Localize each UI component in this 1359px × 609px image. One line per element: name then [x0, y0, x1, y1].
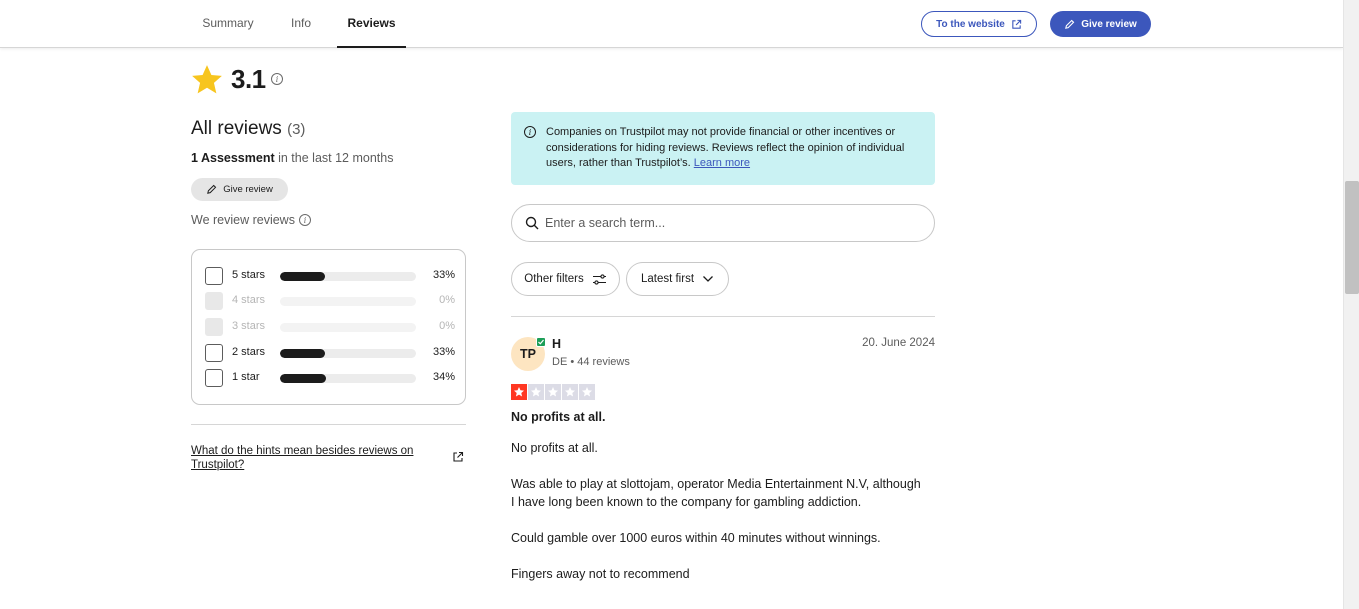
scrollbar-thumb[interactable] [1345, 181, 1359, 294]
checkbox[interactable] [205, 267, 223, 285]
review-title[interactable]: No profits at all. [511, 410, 605, 424]
page-scrollbar[interactable] [1343, 0, 1359, 609]
to-website-button[interactable]: To the website [921, 11, 1037, 37]
reviewer-meta: DE • 44 reviews [552, 356, 630, 368]
review-date: 20. June 2024 [862, 337, 935, 349]
rating-bar [280, 297, 416, 306]
other-filters-label: Other filters [524, 273, 584, 285]
rating-bar [280, 349, 416, 358]
trustpilot-notice: i Companies on Trustpilot may not provid… [511, 112, 935, 185]
star-icon [562, 384, 578, 400]
rating-percent: 33% [432, 346, 455, 358]
review-star-rating [511, 384, 595, 400]
rating-filter-label: 4 stars [232, 294, 266, 306]
rating-percent: 33% [432, 269, 455, 281]
rating-filter-label: 5 stars [232, 269, 266, 281]
external-link-icon[interactable] [452, 451, 464, 463]
assessment-period: in the last 12 months [278, 151, 394, 165]
sort-dropdown[interactable]: Latest first [626, 262, 729, 296]
top-navigation: Summary Info Reviews To the website Give… [0, 0, 1343, 48]
all-reviews-label: All reviews [191, 118, 282, 139]
star-icon [545, 384, 561, 400]
all-reviews-heading: All reviews (3) [191, 118, 305, 140]
give-review-label: Give review [1081, 18, 1137, 30]
rating-percent: 34% [432, 371, 455, 383]
review-paragraph: No profits at all. [511, 441, 598, 455]
rating-filter-3-stars: 3 stars 0% [205, 318, 455, 336]
info-icon: i [298, 214, 311, 226]
hints-link[interactable]: What do the hints mean besides reviews o… [191, 444, 441, 472]
external-link-icon [1012, 19, 1022, 29]
rating-percent: 0% [439, 320, 455, 332]
review-search[interactable] [511, 204, 935, 242]
pencil-icon [207, 184, 217, 194]
rating-filter-label: 1 star [232, 371, 260, 383]
info-icon[interactable]: i [271, 73, 283, 85]
we-review-reviews[interactable]: We review reviews i [191, 213, 311, 227]
rating-filter-label: 2 stars [232, 346, 266, 358]
rating-score: 3.1 [231, 64, 266, 94]
rating-distribution: 5 stars 33% 4 stars 0% 3 stars 0% 2 star… [191, 249, 466, 405]
reviewer-name[interactable]: H [552, 337, 561, 351]
to-website-label: To the website [936, 18, 1005, 30]
checkbox[interactable] [205, 369, 223, 387]
rating-bar-fill [280, 349, 325, 358]
rating-percent: 0% [439, 294, 455, 306]
give-review-pill-label: Give review [223, 184, 273, 195]
star-icon [192, 65, 222, 94]
rating-bar-fill [280, 272, 325, 281]
tab-info[interactable]: Info [281, 0, 321, 48]
review-paragraph: Fingers away not to recommend [511, 567, 690, 581]
checkbox[interactable] [205, 344, 223, 362]
divider [191, 424, 466, 425]
star-icon [579, 384, 595, 400]
give-review-button[interactable]: Give review [1050, 11, 1151, 37]
chevron-down-icon [703, 276, 713, 282]
rating-filter-1-star[interactable]: 1 star 34% [205, 369, 455, 387]
rating-bar-fill [280, 374, 327, 383]
rating-filter-5-stars[interactable]: 5 stars 33% [205, 267, 455, 285]
we-review-reviews-label: We review reviews [191, 213, 295, 227]
rating-bar [280, 323, 416, 332]
tab-summary[interactable]: Summary [193, 0, 263, 48]
rating-filter-label: 3 stars [232, 320, 266, 332]
checkbox [205, 318, 223, 336]
search-input[interactable] [545, 216, 915, 230]
rating-filter-2-stars[interactable]: 2 stars 33% [205, 344, 455, 362]
star-icon [511, 384, 527, 400]
review-paragraph: Could gamble over 1000 euros within 40 m… [511, 531, 881, 545]
rating-bar [280, 272, 416, 281]
verified-badge-icon [536, 337, 546, 347]
review-paragraph: Was able to play at slottojam, operator … [511, 477, 921, 509]
rating-filter-4-stars: 4 stars 0% [205, 292, 455, 310]
search-icon [525, 216, 539, 230]
pencil-icon [1065, 19, 1075, 29]
sort-label: Latest first [640, 273, 695, 285]
tab-reviews[interactable]: Reviews [337, 0, 406, 48]
sliders-icon [592, 273, 606, 285]
divider [511, 316, 935, 317]
assessment-summary: 1 Assessment in the last 12 months [191, 151, 393, 165]
rating-bar [280, 374, 416, 383]
review-count: (3) [287, 121, 306, 138]
assessment-count: 1 Assessment [191, 151, 275, 165]
give-review-pill-button[interactable]: Give review [191, 178, 288, 201]
learn-more-link[interactable]: Learn more [694, 157, 750, 169]
other-filters-button[interactable]: Other filters [511, 262, 620, 296]
checkbox [205, 292, 223, 310]
review-body: No profits at all. Was able to play at s… [511, 439, 921, 601]
star-icon [528, 384, 544, 400]
notice-text: Companies on Trustpilot may not provide … [546, 125, 921, 172]
info-icon: i [524, 126, 536, 138]
